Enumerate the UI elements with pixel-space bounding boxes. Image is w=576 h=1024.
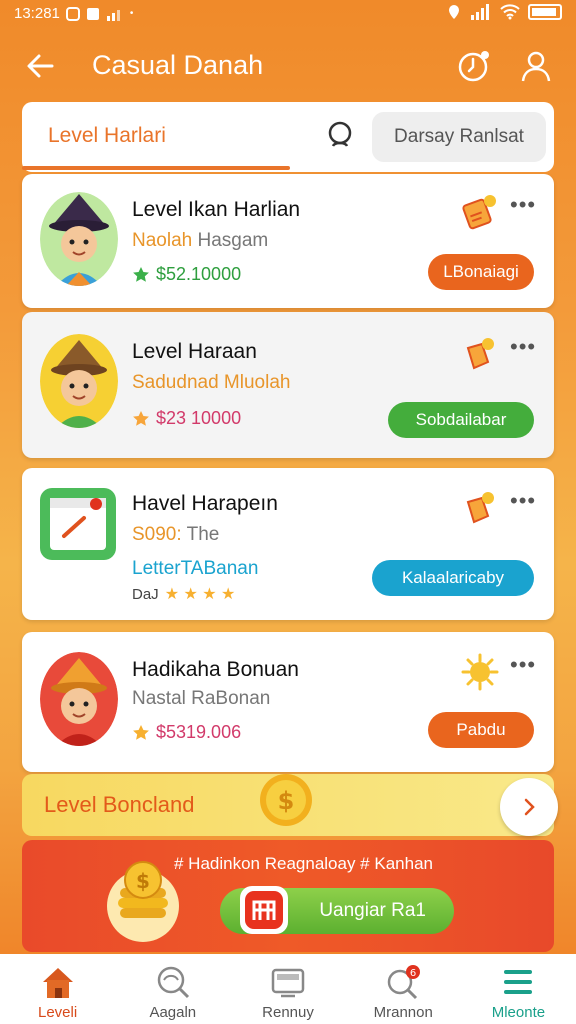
card-subtitle-highlight: Naolah [132,230,193,251]
status-dot: • [129,8,134,19]
next-button[interactable] [500,778,558,836]
card-price: $23 10000 [132,408,241,429]
card-subtitle: S090: The [132,524,219,546]
promo-button-label: Uangiar Ra1 [319,900,426,921]
sun-icon[interactable] [460,652,500,692]
card-subtitle-rest: The [186,524,220,545]
nav-item-level[interactable]: Leveli [0,954,115,1024]
nav-item-mleonte[interactable]: Mleonte [461,954,576,1024]
card-action-button[interactable]: Sobdailabar [388,402,534,438]
avatar-hero [40,652,118,746]
tab-level-harlari[interactable]: Level Harlari [48,124,166,148]
level-bonus-bar[interactable]: Level Boncland $ [22,774,558,836]
star-icon [133,724,149,740]
card-subtitle: Nastal RaBonan [132,688,271,709]
level-card-1[interactable]: Level Ikan Harlian Naolah Hasgam $52.100… [22,174,554,308]
gold-coin-icon: $ [260,774,312,826]
notification-badge: 6 [410,968,416,979]
level-card-2[interactable]: Level Haraan Sadudnad Mluolah $23 10000 … [22,312,554,458]
svg-text:$: $ [278,787,295,815]
signal-icon [471,4,489,20]
card-subtitle-highlight: S090: [132,524,182,545]
tab-panel: Level Harlari Darsay Ranlsat [22,102,554,172]
bottom-navigation: Leveli Aagaln Rennuy 6 Mrannon Mleonte [0,954,576,1024]
back-arrow-icon[interactable] [22,48,58,84]
reward-badge-icon[interactable] [460,488,500,528]
nav-label: Mleonte [491,1004,546,1021]
promo-banner[interactable]: $ # Hadinkon Reagnaloay # Kanhan Uangiar… [22,840,554,952]
monitor-icon [271,968,305,998]
card-action-button[interactable]: Pabdu [428,712,534,748]
star-icon [133,266,149,282]
card-rating: DaJ ★ ★ ★ ★ [132,585,236,604]
more-options-icon[interactable]: ••• [510,652,536,678]
bonus-label: Level Boncland [44,792,195,817]
wifi-icon [500,4,520,20]
status-bar: 13:281 • [0,0,576,28]
card-title: Hadikaha Bonuan [132,658,299,681]
reward-ticket-icon[interactable] [460,192,500,232]
gift-icon [240,886,288,934]
location-icon [449,5,459,19]
card-price: $5319.006 [132,722,241,743]
user-profile-icon[interactable] [518,48,554,84]
card-price: $52.10000 [132,264,241,285]
app-bar: Casual Danah [0,40,576,92]
card-title: Level Ikan Harlian [132,198,301,221]
more-options-icon[interactable]: ••• [510,192,536,218]
more-options-icon[interactable]: ••• [510,334,536,360]
level-card-4[interactable]: Hadikaha Bonuan Nastal RaBonan $5319.006… [22,632,554,772]
app-notification-icon [86,7,99,20]
nav-label: Rennuy [262,1004,314,1021]
card-action-button[interactable]: LBonaiagi [428,254,534,290]
search-icon[interactable] [324,118,358,152]
nav-item-rennuy[interactable]: Rennuy [230,954,345,1024]
promo-action-button[interactable]: Uangiar Ra1 [220,886,454,934]
notification-icon [65,6,80,21]
status-time: 13:281 [14,5,60,22]
card-subtitle: Naolah Hasgam [132,230,268,252]
home-icon [42,968,73,998]
notification-search-icon: 6 [387,965,421,1000]
svg-text:$: $ [136,869,150,893]
avatar-adventurer [40,334,118,428]
avatar-wizard [40,192,118,286]
nav-item-aagaln[interactable]: Aagaln [115,954,230,1024]
signal-small-icon [106,9,120,21]
star-icon [133,410,149,426]
menu-icon [504,970,533,994]
battery-icon [528,4,562,20]
nav-label: Leveli [38,1004,78,1021]
card-subtitle-rest: Hasgam [197,230,269,251]
promo-text: # Hadinkon Reagnaloay # Kanhan [174,854,433,873]
card-subtitle: Sadudnad Mluolah [132,372,291,393]
card-title: Havel Harapeın [132,492,278,515]
card-extra-text: LetterTABanan [132,558,259,579]
chevron-right-icon [524,798,535,816]
timer-icon[interactable] [456,48,492,84]
more-options-icon[interactable]: ••• [510,488,536,514]
page-title: Casual Danah [92,50,264,80]
tab-active-indicator [22,166,290,170]
nav-label: Aagaln [149,1004,197,1021]
nav-item-mrannon[interactable]: 6 Mrannon [346,954,461,1024]
calendar-app-icon [40,488,116,560]
card-title: Level Haraan [132,340,257,363]
nav-label: Mrannon [373,1004,433,1021]
coin-stack-icon: $ [107,861,179,942]
reward-badge-icon[interactable] [460,334,500,374]
rating-stars: ★ ★ ★ ★ [164,586,236,603]
search-globe-icon [157,966,189,999]
daily-button[interactable]: Darsay Ranlsat [372,112,546,162]
card-action-button[interactable]: Kalaalaricaby [372,560,534,596]
level-card-3[interactable]: Havel Harapeın S090: The LetterTABanan D… [22,468,554,620]
